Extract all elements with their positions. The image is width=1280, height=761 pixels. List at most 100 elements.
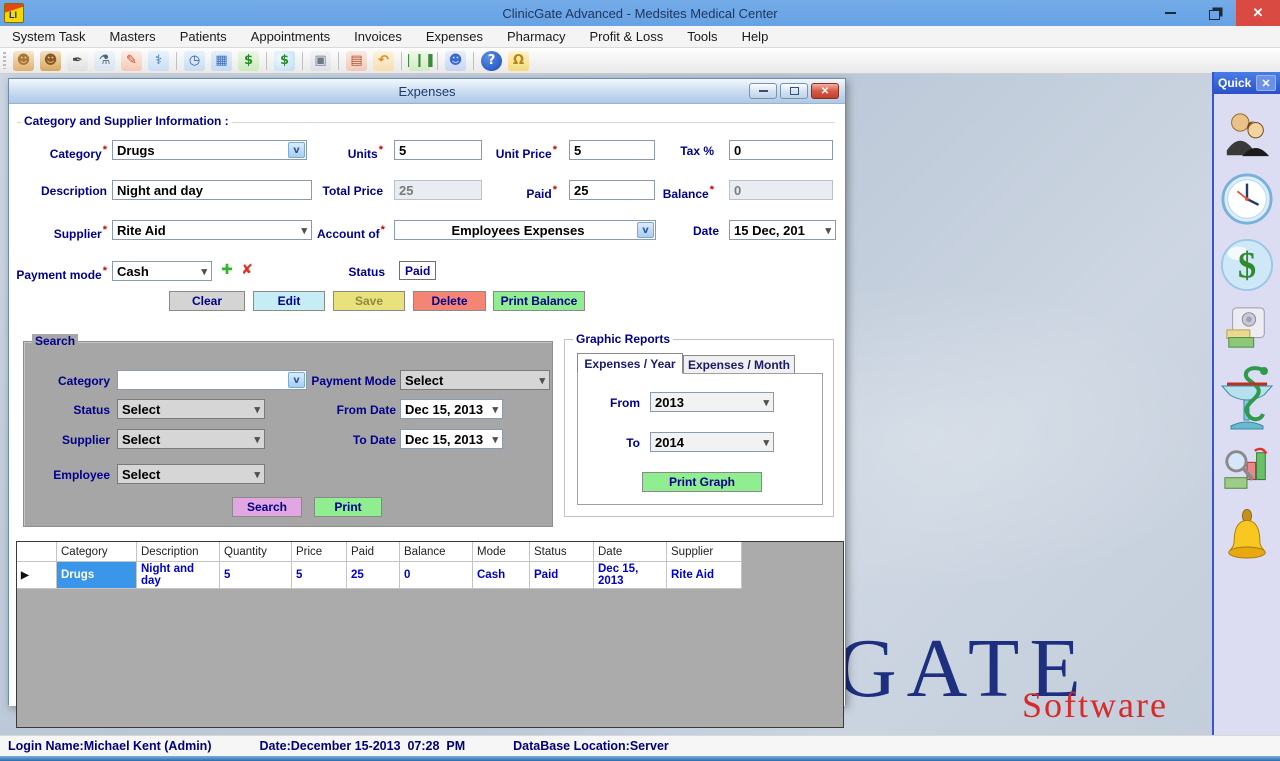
grid-header[interactable]: Paid — [347, 542, 400, 562]
alerts-bell-icon[interactable]: Ω — [508, 51, 529, 71]
save-button[interactable]: Save — [333, 291, 405, 311]
pharmacy-box-icon[interactable]: ▤ — [346, 51, 367, 71]
menu-expenses[interactable]: Expenses — [414, 26, 495, 48]
grid-cell[interactable]: Drugs — [57, 562, 137, 589]
close-button[interactable] — [1236, 0, 1280, 26]
expenses-maximize-button[interactable] — [780, 83, 808, 99]
expenses-titlebar[interactable]: Expenses — [9, 79, 845, 104]
remove-payment-mode-icon[interactable]: ✘ — [239, 262, 255, 278]
grid-header[interactable]: Date — [594, 542, 667, 562]
date-combo[interactable]: 15 Dec, 201 — [729, 220, 836, 240]
grid-header[interactable]: Supplier — [667, 542, 742, 562]
grid-cell[interactable]: 0 — [400, 562, 473, 589]
grid-cell[interactable]: Night and day — [137, 562, 220, 589]
menu-invoices[interactable]: Invoices — [342, 26, 414, 48]
quick-panel-header: Quick ✕ — [1214, 72, 1280, 94]
to-date-picker[interactable]: Dec 15, 2013 — [400, 429, 503, 449]
menu-system-task[interactable]: System Task — [0, 26, 97, 48]
chevron-down-icon[interactable]: v — [637, 222, 654, 238]
medical-services-icon[interactable]: ⚕ — [148, 51, 169, 71]
add-payment-mode-icon[interactable]: ✚ — [219, 262, 235, 278]
grid-header[interactable]: Balance — [400, 542, 473, 562]
tab-expenses-month[interactable]: Expenses / Month — [683, 355, 795, 374]
grid-header[interactable]: Quantity — [220, 542, 292, 562]
description-input[interactable]: Night and day — [112, 180, 312, 200]
print-graph-button[interactable]: Print Graph — [642, 472, 762, 492]
menu-tools[interactable]: Tools — [675, 26, 729, 48]
grid-cell[interactable]: Rite Aid — [667, 562, 742, 589]
expenses-grid[interactable]: Category Description Quantity Price Paid… — [16, 541, 844, 728]
tools-icon[interactable]: ☻ — [445, 51, 466, 71]
quick-close-icon[interactable]: ✕ — [1256, 75, 1276, 91]
grid-cell[interactable]: 5 — [292, 562, 347, 589]
refund-icon[interactable]: ↶ — [373, 51, 394, 71]
calendar-icon[interactable]: ▦ — [211, 51, 232, 71]
search-payment-mode-select[interactable]: Select — [400, 370, 550, 390]
grid-cell[interactable]: 5 — [220, 562, 292, 589]
grid-header[interactable]: Description — [137, 542, 220, 562]
lab-icon[interactable]: ⚗ — [94, 51, 115, 71]
expenses-dollar-icon[interactable]: $ — [274, 51, 295, 71]
prescription-icon[interactable]: ✎ — [121, 51, 142, 71]
account-of-combo[interactable]: Employees Expenses v — [394, 220, 656, 240]
appointments-clock-icon[interactable]: ◷ — [184, 51, 205, 71]
restore-button[interactable] — [1192, 0, 1236, 26]
signature-icon[interactable]: ✒ — [67, 51, 88, 71]
print-button[interactable]: Print — [314, 497, 382, 517]
reminders-quick-icon[interactable] — [1225, 508, 1269, 564]
chevron-down-icon[interactable]: v — [288, 142, 305, 158]
from-date-picker[interactable]: Dec 15, 2013 — [400, 399, 503, 419]
grid-header[interactable]: Price — [292, 542, 347, 562]
patients-group-icon[interactable]: ☻ — [13, 51, 34, 71]
chevron-down-icon[interactable]: v — [288, 372, 305, 388]
grid-header[interactable]: Mode — [473, 542, 530, 562]
unit-price-input[interactable]: 5 — [569, 140, 655, 160]
search-category-combo[interactable]: v — [117, 370, 307, 390]
supplier-combo[interactable]: Rite Aid — [112, 220, 312, 240]
print-balance-button[interactable]: Print Balance — [493, 291, 585, 311]
menu-masters[interactable]: Masters — [97, 26, 167, 48]
category-combo[interactable]: Drugs v — [112, 140, 307, 160]
expenses-close-button[interactable] — [811, 83, 839, 99]
safe-icon[interactable]: ▣ — [310, 51, 331, 71]
graph-to-select[interactable]: 2014 — [650, 432, 774, 452]
profit-loss-quick-icon[interactable] — [1222, 445, 1272, 495]
tax-input[interactable]: 0 — [729, 140, 833, 160]
profit-chart-icon[interactable]: ❘❙❚ — [409, 51, 430, 71]
minimize-button[interactable] — [1148, 0, 1192, 26]
grid-header[interactable]: Category — [57, 542, 137, 562]
delete-button[interactable]: Delete — [413, 291, 486, 311]
menu-appointments[interactable]: Appointments — [239, 26, 343, 48]
grid-data-row[interactable]: ▶ Drugs Night and day 5 5 25 0 Cash Paid… — [17, 562, 843, 589]
units-input[interactable]: 5 — [394, 140, 482, 160]
graph-from-select[interactable]: 2013 — [650, 392, 774, 412]
search-button[interactable]: Search — [232, 497, 302, 517]
patients-quick-icon[interactable] — [1222, 110, 1272, 160]
payment-mode-combo[interactable]: Cash — [112, 261, 212, 281]
toolbar-separator — [176, 52, 177, 70]
menu-profit-loss[interactable]: Profit & Loss — [578, 26, 676, 48]
grid-cell[interactable]: Paid — [530, 562, 594, 589]
pharmacy-quick-icon[interactable] — [1219, 364, 1275, 432]
search-status-select[interactable]: Select — [117, 399, 265, 419]
expenses-quick-icon[interactable] — [1224, 305, 1270, 351]
menu-patients[interactable]: Patients — [168, 26, 239, 48]
tab-expenses-year[interactable]: Expenses / Year — [577, 353, 683, 374]
expenses-minimize-button[interactable] — [749, 83, 777, 99]
grid-header[interactable]: Status — [530, 542, 594, 562]
grid-cell[interactable]: Dec 15, 2013 — [594, 562, 667, 589]
appointments-quick-icon[interactable] — [1221, 173, 1273, 225]
menu-help[interactable]: Help — [730, 26, 781, 48]
search-employee-select[interactable]: Select — [117, 464, 265, 484]
grid-cell[interactable]: 25 — [347, 562, 400, 589]
paid-input[interactable]: 25 — [569, 180, 655, 200]
patient-icon[interactable]: ☻ — [40, 51, 61, 71]
clear-button[interactable]: Clear — [169, 291, 245, 311]
grid-cell[interactable]: Cash — [473, 562, 530, 589]
help-icon[interactable]: ? — [481, 51, 502, 71]
search-supplier-select[interactable]: Select — [117, 429, 265, 449]
edit-button[interactable]: Edit — [253, 291, 325, 311]
menu-pharmacy[interactable]: Pharmacy — [495, 26, 578, 48]
invoice-money-icon[interactable]: $ — [238, 51, 259, 71]
invoices-quick-icon[interactable]: $ — [1220, 238, 1274, 292]
